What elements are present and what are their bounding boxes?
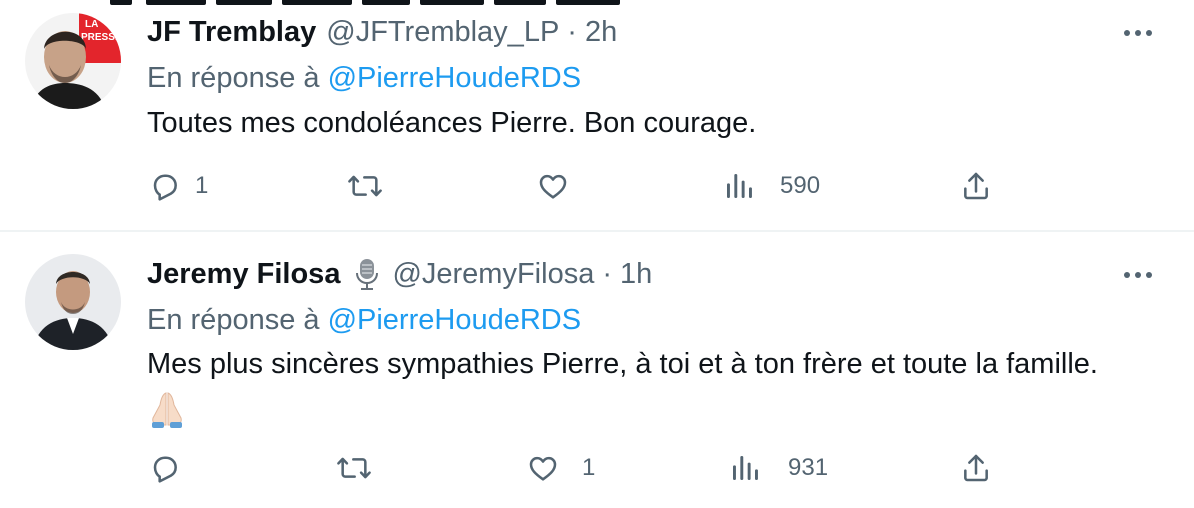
tweet-actions: 1 590	[0, 166, 1194, 206]
reply-button[interactable]: 1	[149, 166, 208, 206]
like-icon	[529, 456, 557, 481]
like-button[interactable]	[536, 166, 570, 206]
avatar[interactable]: LA PRESSE	[25, 13, 121, 109]
reply-button[interactable]	[149, 448, 181, 488]
reply-icon	[153, 456, 177, 483]
views-icon	[733, 456, 758, 480]
author-handle[interactable]: @JeremyFilosa	[392, 256, 594, 292]
views-button[interactable]: 931	[730, 448, 828, 488]
reply-prefix: En réponse à	[147, 304, 320, 336]
microphone-icon	[356, 259, 379, 290]
author-name[interactable]: JF Tremblay	[147, 14, 316, 50]
reply-prefix: En réponse à	[147, 62, 320, 94]
retweet-icon	[337, 457, 371, 479]
tweet-text: Mes plus sincères sympathies Pierre, à t…	[147, 348, 1098, 380]
author-name[interactable]: Jeremy Filosa	[147, 256, 340, 292]
views-button[interactable]: 590	[724, 166, 820, 206]
tweet-jf-tremblay[interactable]: LA PRESSE JF Tremblay @JFTremblay_LP · 2…	[0, 0, 1194, 230]
timestamp[interactable]: 1h	[620, 256, 652, 292]
view-count: 931	[788, 454, 829, 481]
like-button[interactable]: 1	[526, 448, 595, 488]
retweet-button[interactable]	[336, 448, 372, 488]
retweet-button[interactable]	[347, 166, 383, 206]
retweet-icon	[348, 175, 382, 197]
avatar-photo: LA PRESSE	[25, 13, 121, 109]
reply-context: En réponse à @PierreHoudeRDS	[147, 60, 581, 96]
avatar[interactable]	[25, 254, 121, 350]
reply-mention-link[interactable]: @PierreHoudeRDS	[328, 304, 581, 336]
reply-context: En réponse à @PierreHoudeRDS	[147, 302, 581, 338]
more-icon[interactable]	[1124, 265, 1156, 285]
folded-hands-emoji	[152, 392, 182, 428]
separator-dot: ·	[602, 258, 612, 290]
reply-mention-link[interactable]: @PierreHoudeRDS	[328, 62, 581, 94]
views-icon	[727, 174, 752, 198]
press-logo-line1: LA	[85, 19, 98, 30]
share-icon	[964, 172, 988, 200]
tweet-header: Jeremy Filosa @JeremyFilosa · 1h	[147, 256, 652, 292]
author-handle[interactable]: @JFTremblay_LP	[326, 14, 559, 50]
share-icon	[964, 454, 988, 482]
avatar-photo	[25, 254, 121, 350]
view-count: 590	[780, 172, 821, 199]
tweet-header: JF Tremblay @JFTremblay_LP · 2h	[147, 14, 617, 50]
like-icon	[539, 174, 567, 199]
tweet-actions: 1 931	[0, 448, 1194, 488]
share-button[interactable]	[960, 166, 992, 206]
tweet-jeremy-filosa[interactable]: Jeremy Filosa @JeremyFilosa · 1h En répo…	[0, 232, 1194, 508]
separator-dot: ·	[567, 16, 577, 48]
share-button[interactable]	[960, 448, 992, 488]
press-logo-line2: PRESSE	[81, 32, 121, 43]
like-count: 1	[582, 454, 596, 481]
tweet-text: Toutes mes condoléances Pierre. Bon cour…	[147, 107, 757, 139]
timestamp[interactable]: 2h	[585, 14, 617, 50]
more-icon[interactable]	[1124, 23, 1156, 43]
reply-count: 1	[195, 172, 209, 199]
reply-icon	[153, 174, 177, 201]
